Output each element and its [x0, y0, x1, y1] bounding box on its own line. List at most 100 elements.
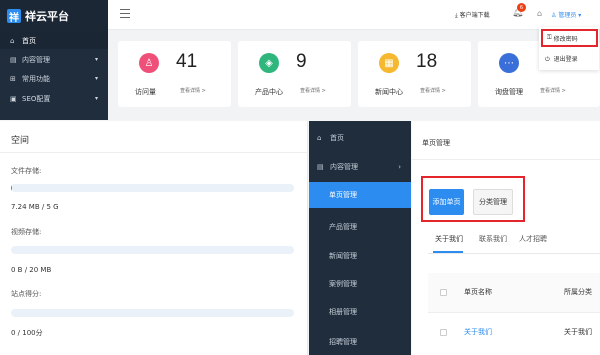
- view-details-link[interactable]: 查看详情 >: [540, 87, 566, 94]
- page-name-link[interactable]: 关于我们: [464, 327, 492, 337]
- stat-value: 9: [296, 51, 307, 72]
- view-details-link[interactable]: 查看详情 >: [420, 87, 446, 94]
- change-password-item[interactable]: ⚿ 修改密码: [541, 29, 598, 47]
- video-storage-label: 视频存储:: [11, 228, 42, 236]
- document-icon: ▤: [317, 163, 324, 171]
- panel-title: 空间: [11, 136, 30, 146]
- video-storage-value: 0 B / 20 MB: [11, 266, 52, 274]
- sidebar-item-common[interactable]: ⊞ 常用功能 ▾: [0, 70, 108, 87]
- tab-contact-us[interactable]: 联系我们: [479, 234, 507, 244]
- sidebar: 祥 祥云平台 ⌂ 首页 ▤ 内容管理 ▾ ⊞ 常用功能 ▾ ▣ SEO配置 ▾: [0, 0, 108, 120]
- content-sidebar: ⌂ 首页 ▤ 内容管理 › 单页管理 产品管理 新闻管理 案例管理 相册管理 招…: [309, 121, 411, 355]
- sidebar-item-label: SEO配置: [22, 94, 51, 103]
- view-details-link[interactable]: 查看详情 >: [180, 87, 206, 94]
- active-tab-indicator: [433, 251, 463, 253]
- chevron-down-icon: ▾: [578, 12, 582, 19]
- logout-item[interactable]: ⏻ 退出登录: [545, 54, 578, 64]
- logout-icon: ⏻: [545, 56, 550, 63]
- notification-badge: 6: [517, 3, 526, 12]
- sidebar-item-label: 单页管理: [329, 191, 357, 199]
- view-details-link[interactable]: 查看详情 >: [300, 87, 326, 94]
- news-icon: ▦: [379, 53, 399, 73]
- sidebar-item-content[interactable]: ▤ 内容管理 ›: [309, 154, 411, 180]
- sidebar-item-label: 内容管理: [330, 163, 358, 171]
- chevron-down-icon: ▾: [94, 56, 98, 63]
- chevron-right-icon: ›: [398, 163, 401, 171]
- sidebar-item-home[interactable]: ⌂ 首页: [309, 125, 411, 151]
- stat-value: 41: [176, 51, 198, 72]
- logout-label: 退出登录: [553, 56, 578, 63]
- page-category: 关于我们: [564, 328, 592, 336]
- sidebar-item-label: 首页: [22, 36, 36, 45]
- client-download-link[interactable]: ⤓ 客户端下载: [455, 10, 490, 20]
- home-icon: ⌂: [317, 134, 322, 142]
- tab-recruitment[interactable]: 人才招聘: [519, 234, 547, 244]
- sidebar-item-label: 产品管理: [329, 223, 357, 231]
- logo-text: 祥云平台: [25, 10, 69, 23]
- row-checkbox[interactable]: [440, 329, 447, 336]
- sidebar-item-content[interactable]: ▤ 内容管理 ▾: [0, 51, 108, 68]
- chevron-down-icon: ▾: [94, 95, 98, 102]
- user-icon: ♙: [551, 12, 557, 19]
- file-storage-progress: [11, 184, 294, 192]
- message-icon: ⋯: [499, 53, 519, 73]
- chevron-down-icon: ▾: [94, 75, 98, 82]
- home-icon[interactable]: ⌂: [537, 9, 542, 18]
- stat-value: 18: [416, 51, 438, 72]
- layers-icon: ◈: [259, 53, 279, 73]
- storage-panel: 空间 文件存储: 7.24 MB / 5 G 视频存储: 0 B / 20 MB…: [0, 121, 308, 355]
- change-password-label: 修改密码: [553, 35, 578, 43]
- category-management-button[interactable]: 分类管理: [473, 189, 513, 215]
- column-header-name: 单页名称: [464, 288, 492, 296]
- lock-icon: ⚿: [547, 34, 552, 41]
- stat-label: 访问量: [135, 88, 156, 96]
- breadcrumb: 单页管理: [422, 139, 450, 147]
- download-icon: ⤓: [455, 12, 458, 19]
- stat-card-products: ◈ 9 产品中心 查看详情 >: [238, 41, 351, 107]
- user-icon: ♙: [139, 53, 159, 73]
- add-page-button[interactable]: 添加单页: [429, 189, 464, 215]
- site-score-label: 站点得分:: [11, 290, 42, 298]
- logo-mark: 祥: [7, 9, 21, 24]
- sidebar-item-label: 常用功能: [22, 74, 50, 83]
- single-page-panel: 单页管理 添加单页 分类管理 关于我们 联系我们 人才招聘 单页名称 所属分类 …: [412, 121, 600, 355]
- sidebar-item-cases[interactable]: 案例管理: [309, 271, 411, 297]
- sidebar-item-label: 内容管理: [22, 55, 50, 64]
- divider: [0, 152, 308, 153]
- divider: [412, 159, 600, 160]
- sidebar-item-albums[interactable]: 相册管理: [309, 299, 411, 325]
- stat-label: 产品中心: [255, 88, 283, 96]
- column-header-category: 所属分类: [564, 288, 592, 296]
- sidebar-item-single-page[interactable]: 单页管理: [309, 182, 411, 208]
- stat-card-news: ▦ 18 新闻中心 查看详情 >: [358, 41, 471, 107]
- sidebar-item-label: 相册管理: [329, 308, 357, 316]
- user-menu[interactable]: ♙ 管理员 ▾: [551, 10, 581, 19]
- site-score-progress: [11, 309, 294, 317]
- tab-bar-line: [428, 253, 600, 254]
- tab-about-us[interactable]: 关于我们: [435, 234, 463, 244]
- stat-label: 新闻中心: [375, 88, 403, 96]
- sidebar-item-seo[interactable]: ▣ SEO配置 ▾: [0, 90, 108, 107]
- sidebar-item-jobs[interactable]: 招聘管理: [309, 329, 411, 355]
- menu-toggle-icon[interactable]: [120, 9, 130, 19]
- document-icon: ▤: [10, 55, 17, 64]
- stat-label: 询盘管理: [495, 88, 523, 96]
- grid-icon: ⊞: [10, 74, 16, 83]
- site-score-value: 0 / 100分: [11, 329, 43, 337]
- sidebar-item-label: 首页: [330, 134, 344, 142]
- stat-card-visits: ♙ 41 访问量 查看详情 >: [118, 41, 231, 107]
- chart-icon: ▣: [10, 94, 17, 103]
- dashboard-screenshot: 祥 祥云平台 ⌂ 首页 ▤ 内容管理 ▾ ⊞ 常用功能 ▾ ▣ SEO配置 ▾: [0, 0, 600, 120]
- sidebar-item-label: 招聘管理: [329, 338, 357, 346]
- logo[interactable]: 祥 祥云平台: [0, 0, 108, 32]
- video-storage-progress: [11, 246, 294, 254]
- sidebar-item-products[interactable]: 产品管理: [309, 214, 411, 240]
- client-download-label: 客户端下载: [459, 12, 490, 19]
- sidebar-item-home[interactable]: ⌂ 首页: [0, 32, 108, 49]
- sidebar-item-label: 案例管理: [329, 280, 357, 288]
- sidebar-item-label: 新闻管理: [329, 252, 357, 260]
- select-all-checkbox[interactable]: [440, 289, 447, 296]
- file-storage-value: 7.24 MB / 5 G: [11, 203, 59, 211]
- file-storage-label: 文件存储:: [11, 167, 42, 175]
- sidebar-item-news[interactable]: 新闻管理: [309, 243, 411, 269]
